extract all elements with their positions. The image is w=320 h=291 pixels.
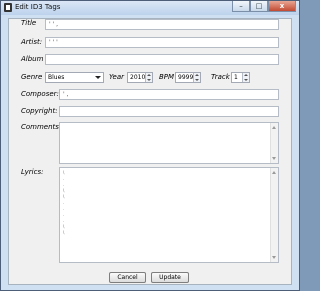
- lyrics-label: Lyrics:: [21, 168, 44, 176]
- bpm-spinner[interactable]: 9999: [175, 72, 201, 83]
- title-bar[interactable]: Edit ID3 Tags – □ x: [1, 1, 299, 15]
- genre-value: Blues: [48, 74, 65, 81]
- title-label: Title: [21, 19, 37, 27]
- lyrics-textarea[interactable]: \ . . \ \ . . . . \ \: [59, 167, 279, 263]
- minimize-button[interactable]: –: [232, 1, 250, 12]
- album-label: Album: [21, 55, 44, 63]
- year-label: Year: [109, 73, 124, 81]
- track-value: 1: [234, 74, 238, 81]
- year-value: 2010: [130, 74, 146, 81]
- album-input[interactable]: [45, 54, 279, 65]
- scroll-up-icon[interactable]: [272, 126, 276, 129]
- track-label: Track: [211, 73, 230, 81]
- genre-select[interactable]: Blues: [45, 72, 104, 83]
- window-controls: – □ x: [232, 1, 296, 12]
- update-button[interactable]: Update: [151, 272, 189, 283]
- bpm-label: BPM: [159, 73, 175, 81]
- lyrics-scrollbar[interactable]: [270, 168, 278, 262]
- artist-input[interactable]: ' ' ': [45, 37, 279, 48]
- spinner-arrows-icon[interactable]: [242, 73, 249, 82]
- cancel-button[interactable]: Cancel: [109, 272, 146, 283]
- composer-input[interactable]: ' ,: [59, 89, 279, 100]
- composer-label: Composer:: [21, 90, 59, 98]
- title-input[interactable]: ' ' ,: [45, 19, 279, 30]
- scroll-down-icon[interactable]: [272, 157, 276, 160]
- maximize-button[interactable]: □: [250, 1, 268, 12]
- lyrics-value: \ . . \ \ . . . . \ \: [63, 170, 65, 235]
- year-spinner[interactable]: 2010: [127, 72, 153, 83]
- edit-id3-tags-window: Edit ID3 Tags – □ x Title ' ' , Artist: …: [0, 0, 300, 291]
- document-icon: [4, 3, 12, 12]
- window-title: Edit ID3 Tags: [15, 3, 61, 11]
- copyright-input[interactable]: [59, 106, 279, 117]
- spinner-arrows-icon[interactable]: [145, 73, 152, 82]
- comments-textarea[interactable]: [59, 122, 279, 164]
- comments-scrollbar[interactable]: [270, 123, 278, 163]
- bpm-value: 9999: [178, 74, 194, 81]
- spinner-arrows-icon[interactable]: [193, 73, 200, 82]
- dialog-body: Title ' ' , Artist: ' ' ' Album Genre Bl…: [8, 18, 292, 285]
- chevron-down-icon: [95, 76, 101, 79]
- copyright-label: Copyright:: [21, 107, 58, 115]
- close-button[interactable]: x: [268, 1, 296, 12]
- comments-label: Comments: [21, 123, 59, 131]
- scroll-up-icon[interactable]: [272, 171, 276, 174]
- artist-label: Artist:: [21, 38, 43, 46]
- scroll-down-icon[interactable]: [272, 256, 276, 259]
- track-spinner[interactable]: 1: [231, 72, 250, 83]
- genre-label: Genre: [21, 73, 43, 81]
